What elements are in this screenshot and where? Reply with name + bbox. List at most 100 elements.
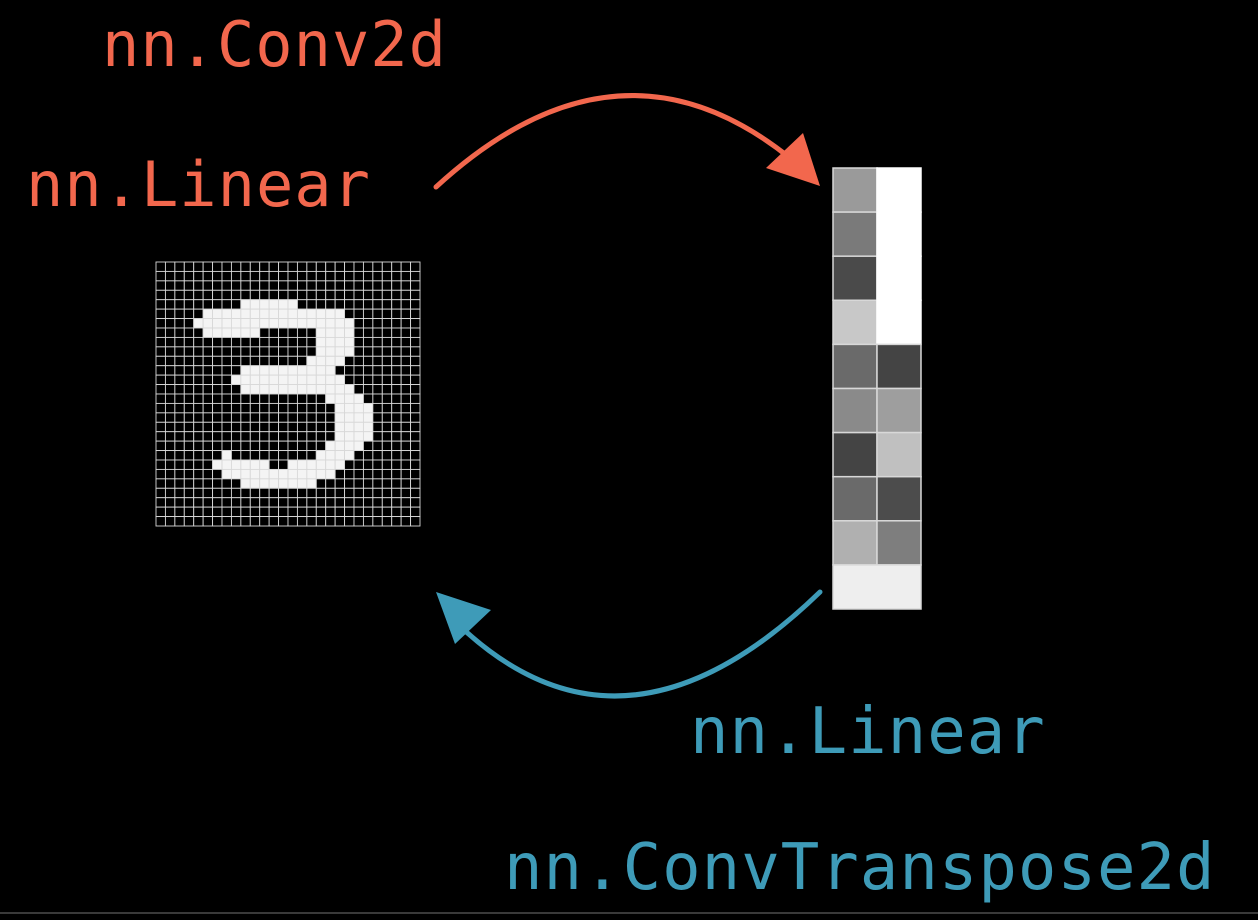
digit-pixel <box>400 308 412 320</box>
digit-pixel <box>221 261 232 272</box>
digit-pixel <box>344 393 355 404</box>
digit-pixel <box>325 506 336 518</box>
digit-pixel <box>391 440 402 452</box>
digit-pixel <box>259 506 270 518</box>
digit-pixel <box>306 468 317 480</box>
digit-pixel <box>334 270 346 282</box>
digit-pixel <box>381 318 393 329</box>
digit-pixel <box>410 318 421 329</box>
decoder-linear-label: nn.Linear <box>690 695 1046 769</box>
digit-pixel <box>334 308 346 320</box>
digit-image <box>155 261 421 527</box>
digit-pixel <box>306 365 317 376</box>
latent-cell <box>876 387 922 434</box>
digit-pixel <box>353 365 364 376</box>
digit-pixel <box>362 431 374 442</box>
digit-pixel <box>362 393 374 404</box>
digit-pixel <box>410 261 421 272</box>
digit-pixel <box>174 459 185 470</box>
digit-pixel <box>183 516 195 527</box>
digit-pixel <box>325 440 336 452</box>
digit-pixel <box>287 450 298 461</box>
digit-pixel <box>202 384 214 395</box>
digit-pixel <box>202 478 214 489</box>
digit-pixel <box>278 393 289 404</box>
digit-pixel <box>410 346 421 357</box>
digit-pixel <box>334 412 346 423</box>
digit-pixel <box>164 450 176 461</box>
digit-pixel <box>249 412 261 423</box>
digit-pixel <box>221 459 232 470</box>
digit-pixel <box>410 308 421 320</box>
digit-pixel <box>193 516 204 527</box>
digit-pixel <box>240 412 251 423</box>
digit-pixel <box>296 412 308 423</box>
digit-pixel <box>344 487 355 499</box>
digit-pixel <box>315 299 327 310</box>
digit-pixel <box>268 421 280 433</box>
digit-pixel <box>259 346 270 357</box>
digit-pixel <box>381 384 393 395</box>
digit-pixel <box>240 497 251 508</box>
digit-pixel <box>202 336 214 348</box>
digit-pixel <box>325 412 336 423</box>
digit-pixel <box>353 487 364 499</box>
digit-pixel <box>174 261 185 272</box>
digit-pixel <box>221 393 232 404</box>
digit-pixel <box>306 440 317 452</box>
digit-pixel <box>164 280 176 291</box>
digit-pixel <box>391 299 402 310</box>
digit-pixel <box>353 308 364 320</box>
digit-pixel <box>381 280 393 291</box>
digit-pixel <box>202 412 214 423</box>
digit-pixel <box>259 516 270 527</box>
digit-pixel <box>362 459 374 470</box>
digit-pixel <box>230 384 242 395</box>
digit-pixel <box>202 327 214 338</box>
digit-pixel <box>372 450 383 461</box>
digit-pixel <box>155 516 166 527</box>
digit-pixel <box>240 487 251 499</box>
digit-pixel <box>306 516 317 527</box>
digit-pixel <box>174 393 185 404</box>
digit-pixel <box>353 450 364 461</box>
digit-pixel <box>410 280 421 291</box>
digit-pixel <box>325 468 336 480</box>
digit-pixel <box>344 336 355 348</box>
digit-pixel <box>325 280 336 291</box>
digit-pixel <box>372 261 383 272</box>
digit-pixel <box>334 393 346 404</box>
digit-pixel <box>306 336 317 348</box>
digit-pixel <box>230 497 242 508</box>
digit-pixel <box>287 468 298 480</box>
digit-pixel <box>155 365 166 376</box>
digit-pixel <box>410 506 421 518</box>
digit-pixel <box>372 468 383 480</box>
digit-pixel <box>268 289 280 301</box>
digit-pixel <box>249 308 261 320</box>
digit-pixel <box>287 299 298 310</box>
digit-pixel <box>212 261 223 272</box>
digit-pixel <box>212 402 223 414</box>
digit-pixel <box>353 327 364 338</box>
digit-pixel <box>174 487 185 499</box>
digit-pixel <box>306 384 317 395</box>
digit-pixel <box>344 270 355 282</box>
digit-pixel <box>410 299 421 310</box>
latent-cell <box>832 167 878 213</box>
digit-pixel <box>240 374 251 386</box>
digit-pixel <box>174 280 185 291</box>
digit-pixel <box>221 478 232 489</box>
digit-pixel <box>221 374 232 386</box>
digit-pixel <box>287 478 298 489</box>
digit-pixel <box>372 478 383 489</box>
digit-pixel <box>155 450 166 461</box>
digit-pixel <box>306 374 317 386</box>
digit-pixel <box>183 506 195 518</box>
digit-pixel <box>155 280 166 291</box>
digit-pixel <box>268 497 280 508</box>
digit-pixel <box>353 412 364 423</box>
digit-pixel <box>353 355 364 367</box>
digit-pixel <box>410 327 421 338</box>
digit-pixel <box>344 402 355 414</box>
